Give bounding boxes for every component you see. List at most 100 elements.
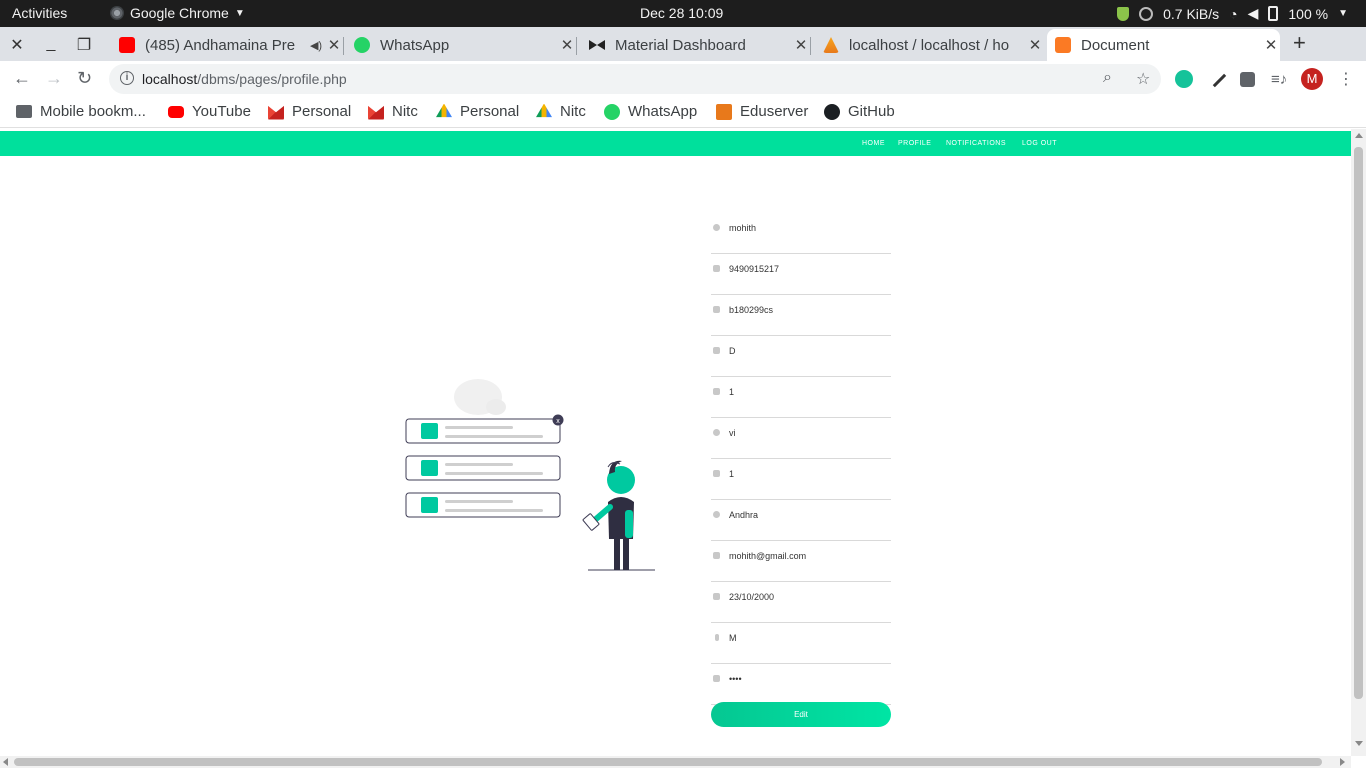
tab-strip: ✕ _ ❐ (485) Andhamaina Pre ◀) ✕ WhatsApp…	[0, 27, 1366, 61]
close-icon[interactable]: ✕	[1262, 36, 1280, 54]
vertical-scrollbar[interactable]	[1351, 129, 1366, 756]
close-icon[interactable]: ✕	[325, 36, 343, 54]
tab-whatsapp[interactable]: WhatsApp ✕	[346, 29, 577, 61]
bookmark-mobile[interactable]: Mobile bookm...	[16, 103, 146, 120]
audio-icon[interactable]: ◀)	[307, 39, 325, 52]
site-info-icon[interactable]: i	[120, 71, 134, 85]
bookmark-personal-drive[interactable]: Personal	[436, 103, 519, 120]
floor-input[interactable]	[729, 467, 889, 481]
bookmark-nitc-drive[interactable]: Nitc	[536, 103, 586, 120]
scroll-down-arrow-icon[interactable]	[1355, 741, 1363, 746]
roll-number-input[interactable]	[729, 303, 889, 317]
whatsapp-icon	[354, 37, 370, 53]
nav-home[interactable]: HOME	[862, 140, 885, 147]
building-icon	[713, 347, 720, 354]
activities-button[interactable]: Activities	[12, 5, 67, 21]
scroll-up-arrow-icon[interactable]	[1355, 133, 1363, 138]
envelope-icon	[713, 552, 720, 559]
net-speed: 0.7 KiB/s	[1163, 5, 1220, 22]
floor-field	[711, 459, 891, 500]
reload-button[interactable]: ↻	[77, 68, 92, 89]
bookmark-github[interactable]: GitHub	[824, 103, 895, 120]
new-tab-button[interactable]: +	[1293, 30, 1306, 56]
phpmyadmin-icon	[823, 37, 839, 53]
users-icon	[713, 429, 720, 436]
whatsapp-icon	[604, 103, 620, 120]
tab-material-dashboard[interactable]: Material Dashboard ✕	[581, 29, 811, 61]
group-input[interactable]	[729, 426, 889, 440]
horizontal-scrollbar[interactable]	[0, 756, 1351, 768]
close-window-icon[interactable]: ✕	[9, 35, 25, 55]
dob-field	[711, 582, 891, 623]
media-control-icon[interactable]: ≡♪	[1271, 71, 1287, 88]
caret-down-icon: ▼	[1338, 8, 1348, 19]
profile-form	[711, 213, 891, 705]
system-tray[interactable]: 0.7 KiB/s ◔ ◀ 100 % ▼	[1117, 5, 1348, 22]
state-field	[711, 500, 891, 541]
url-text[interactable]: localhost/dbms/pages/profile.php	[142, 71, 347, 87]
tab-title: (485) Andhamaina Pre	[145, 36, 296, 54]
bookmark-personal-gmail[interactable]: Personal	[268, 103, 351, 120]
hostel-input[interactable]	[729, 344, 889, 358]
password-field	[711, 664, 891, 705]
forward-button[interactable]: →	[45, 68, 63, 89]
address-bar[interactable]: i localhost/dbms/pages/profile.php ⌕ ☆	[109, 64, 1161, 94]
gmail-icon	[368, 105, 384, 120]
tab-document[interactable]: Document ✕	[1047, 29, 1280, 61]
bookmark-youtube[interactable]: YouTube	[168, 103, 251, 120]
name-input[interactable]	[729, 221, 889, 235]
password-input[interactable]	[729, 672, 889, 686]
room-input[interactable]	[729, 385, 889, 399]
scroll-left-arrow-icon[interactable]	[3, 758, 8, 766]
email-input[interactable]	[729, 549, 889, 563]
search-icon	[713, 511, 720, 518]
gender-input[interactable]	[729, 631, 889, 645]
bookmark-whatsapp[interactable]: WhatsApp	[604, 103, 697, 120]
app-menu[interactable]: Google Chrome ▼	[110, 5, 245, 21]
youtube-icon	[168, 105, 184, 118]
profile-avatar[interactable]: M	[1301, 68, 1323, 90]
tab-title: Document	[1081, 36, 1150, 54]
menu-kebab-icon[interactable]: ⋮	[1338, 69, 1354, 89]
bookmark-nitc-gmail[interactable]: Nitc	[368, 103, 418, 120]
close-icon[interactable]: ✕	[1026, 36, 1044, 54]
nav-notifications[interactable]: NOTIFICATIONS	[946, 140, 1006, 147]
name-field	[711, 213, 891, 254]
grammarly-icon[interactable]	[1175, 70, 1193, 88]
tab-phpmyadmin[interactable]: localhost / localhost / ho ✕	[815, 29, 1044, 61]
phone-input[interactable]	[729, 262, 889, 276]
phone-icon	[713, 265, 720, 272]
horizontal-scroll-thumb[interactable]	[14, 758, 1322, 766]
material-dashboard-icon	[589, 37, 605, 53]
vertical-scroll-thumb[interactable]	[1354, 147, 1363, 699]
bookmark-star-icon[interactable]: ☆	[1136, 69, 1150, 89]
volume-icon: ◀	[1247, 5, 1259, 21]
nav-profile[interactable]: PROFILE	[898, 140, 931, 147]
lock-icon	[713, 675, 720, 682]
bookmark-eduserver[interactable]: Eduserver	[716, 103, 808, 120]
minimize-window-icon[interactable]: _	[43, 35, 59, 53]
room-field	[711, 377, 891, 418]
wifi-icon: ◔	[1229, 5, 1238, 22]
nav-logout[interactable]: LOG OUT	[1022, 140, 1057, 147]
tab-title: Material Dashboard	[615, 36, 746, 54]
pen-extension-icon[interactable]	[1207, 68, 1227, 88]
zoom-icon[interactable]: ⌕	[1103, 69, 1112, 87]
edit-button[interactable]: Edit	[711, 702, 891, 727]
back-button[interactable]: ←	[13, 68, 31, 89]
close-icon[interactable]: ✕	[558, 36, 576, 54]
tab-title: localhost / localhost / ho	[849, 36, 1010, 54]
clock[interactable]: Dec 28 10:09	[640, 5, 723, 21]
svg-text:x: x	[556, 418, 560, 425]
close-icon[interactable]: ✕	[792, 36, 810, 54]
credit-card-icon	[713, 388, 720, 395]
google-drive-icon	[536, 103, 552, 118]
dob-input[interactable]	[729, 590, 889, 604]
extensions-puzzle-icon[interactable]	[1240, 72, 1255, 87]
scroll-right-arrow-icon[interactable]	[1340, 758, 1345, 766]
phone-field	[711, 254, 891, 295]
app-menu-label: Google Chrome	[130, 5, 229, 21]
restore-window-icon[interactable]: ❐	[76, 35, 92, 55]
tab-youtube[interactable]: (485) Andhamaina Pre ◀) ✕	[111, 29, 344, 61]
state-input[interactable]	[729, 508, 889, 522]
